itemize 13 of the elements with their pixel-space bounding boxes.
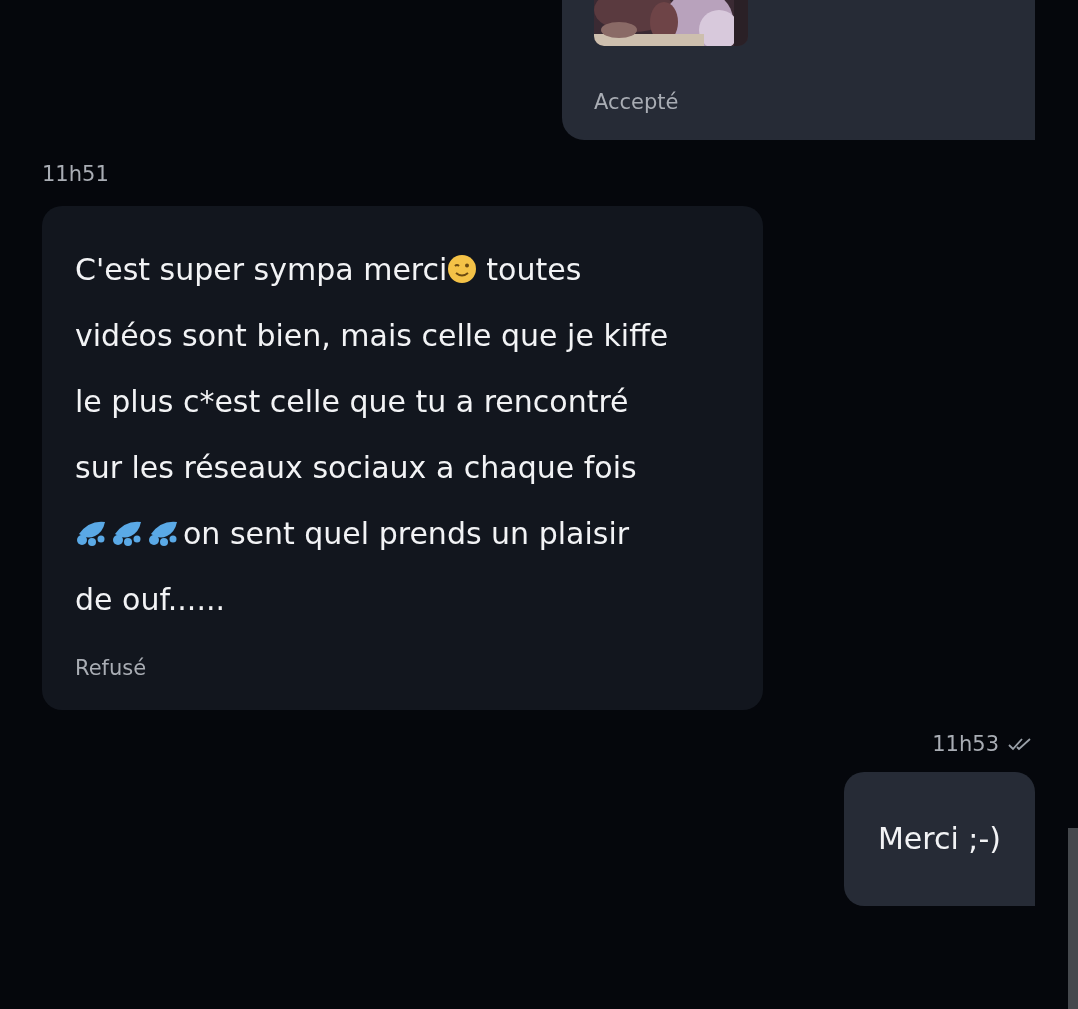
message-text: on sent quel prends un plaisir	[183, 515, 630, 551]
message-text: Merci ;-)	[877, 820, 1001, 856]
winking-face-icon	[447, 254, 478, 284]
status-label: Accepté	[594, 90, 680, 114]
status-label: Refusé	[75, 656, 148, 680]
message-text: toutes	[486, 251, 582, 287]
message-text: le plus c*est celle que tu a rencontré	[75, 383, 629, 419]
message-time: 11h51	[42, 162, 109, 186]
message-time: 11h53	[932, 732, 999, 756]
message-text: C'est super sympa merci	[75, 251, 448, 287]
message-text: de ouf......	[75, 581, 225, 617]
message-text: sur les réseaux sociaux a chaque fois	[75, 449, 637, 485]
message-text: vidéos sont bien, mais celle que je kiffe	[75, 317, 669, 353]
